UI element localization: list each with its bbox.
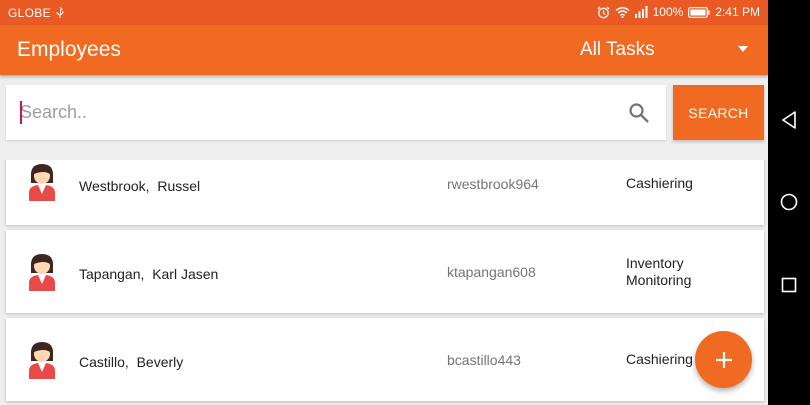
text-cursor	[20, 101, 22, 124]
signal-icon	[634, 6, 648, 18]
task-filter-dropdown[interactable]: All Tasks	[580, 37, 760, 63]
employee-name: Tapangan, Karl Jasen	[79, 266, 219, 282]
employee-task: Inventory Monitoring	[626, 255, 692, 288]
employee-username: ktapangan608	[447, 264, 536, 280]
search-icon[interactable]	[628, 102, 650, 124]
recents-square-icon	[781, 277, 797, 293]
page-title: Employees	[17, 38, 121, 61]
employee-name: Westbrook, Russel	[79, 178, 201, 194]
app-bar: Employees All Tasks	[0, 25, 768, 75]
avatar-icon	[29, 342, 55, 379]
clock: 2:41 PM	[715, 5, 760, 19]
recents-button[interactable]	[776, 272, 802, 298]
employee-name: Castillo, Beverly	[79, 354, 184, 370]
avatar-icon	[29, 164, 55, 201]
search-input[interactable]	[20, 85, 610, 140]
status-icons: 100% 2:41 PM	[597, 5, 760, 19]
employee-card[interactable]: Westbrook, Russel rwestbrook964 Cashieri…	[6, 160, 764, 225]
search-button[interactable]: SEARCH	[673, 85, 764, 140]
employee-card[interactable]: Castillo, Beverly bcastillo443 Cashierin…	[6, 318, 764, 401]
app-screen: GLOBE 100% 2:41 PM Employees All Tasks S…	[0, 0, 768, 405]
alarm-icon	[597, 6, 610, 18]
employee-list[interactable]: Westbrook, Russel rwestbrook964 Cashieri…	[0, 160, 768, 405]
battery-icon	[688, 6, 710, 18]
wifi-icon	[615, 7, 630, 18]
back-triangle-icon	[782, 111, 796, 129]
employee-task: Cashiering	[626, 351, 693, 367]
usb-icon	[56, 7, 63, 18]
back-button[interactable]	[776, 107, 802, 133]
search-box	[6, 85, 666, 140]
navigation-bar	[768, 0, 810, 405]
employee-task: Cashiering	[626, 175, 693, 191]
plus-icon	[715, 351, 732, 368]
add-employee-button[interactable]	[695, 331, 752, 388]
task-filter-label: All Tasks	[580, 39, 655, 60]
employee-card[interactable]: Tapangan, Karl Jasen ktapangan608 Invent…	[6, 230, 764, 313]
employee-username: rwestbrook964	[447, 176, 539, 192]
employee-username: bcastillo443	[447, 352, 521, 368]
dropdown-arrow-icon	[738, 46, 748, 52]
battery-percent: 100%	[652, 5, 684, 19]
home-button[interactable]	[776, 189, 802, 215]
home-circle-icon	[780, 193, 798, 211]
carrier-label: GLOBE	[8, 6, 64, 20]
avatar-icon	[29, 254, 55, 291]
status-bar: GLOBE 100% 2:41 PM	[0, 0, 768, 25]
